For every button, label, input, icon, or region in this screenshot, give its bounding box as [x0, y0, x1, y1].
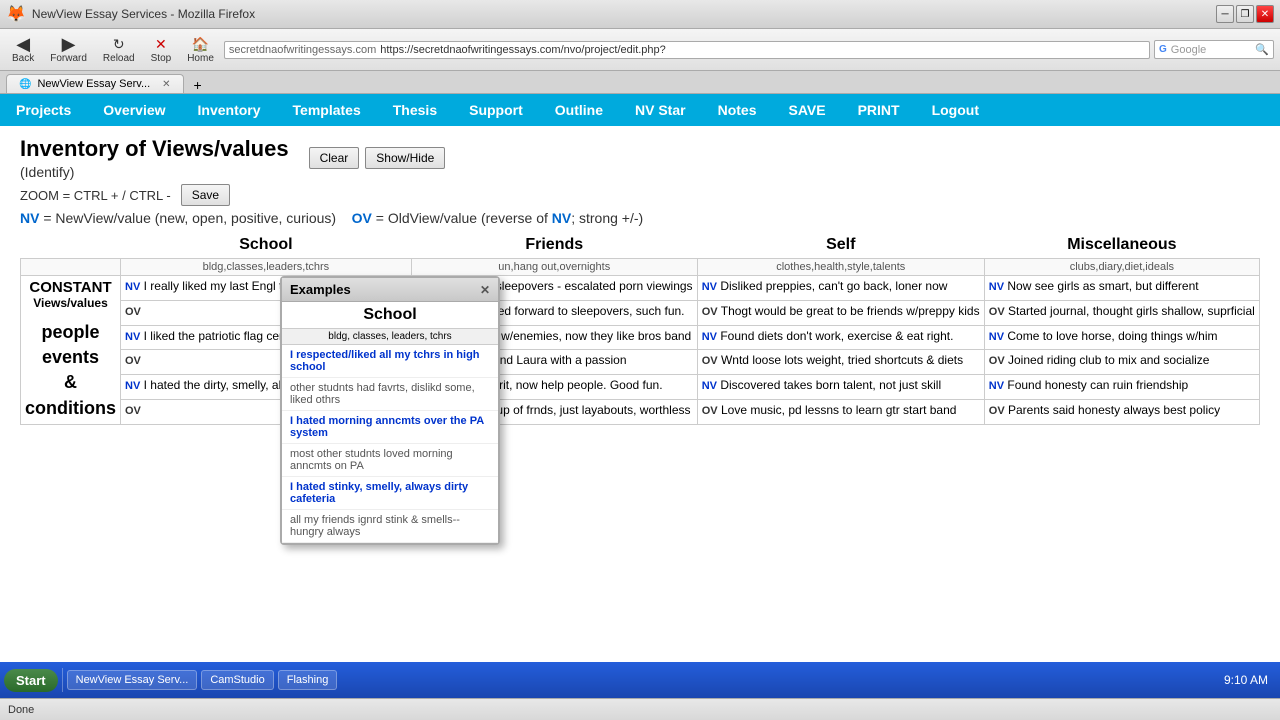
cell-ov-col3-row0: OV Started journal, thought girls shallo… — [984, 300, 1259, 325]
home-button[interactable]: 🏠 Home — [181, 34, 220, 66]
window-title: NewView Essay Services - Mozilla Firefox — [32, 7, 255, 21]
new-tab-button[interactable]: + — [188, 77, 208, 93]
nav-outline[interactable]: Outline — [539, 94, 619, 126]
nav-support[interactable]: Support — [453, 94, 539, 126]
col-header-self: Self — [697, 232, 984, 259]
sub-misc: clubs,diary,diet,ideals — [984, 259, 1259, 276]
popup-close-button[interactable]: ✕ — [480, 283, 490, 297]
header-buttons: Clear Show/Hide — [309, 147, 446, 169]
content-area: Inventory of Views/values (Identify) Cle… — [0, 126, 1280, 646]
cell-ov-col2-row2: OV Love music, pd lessns to learn gtr st… — [697, 399, 984, 424]
browser-titlebar: 🦊 NewView Essay Services - Mozilla Firef… — [0, 0, 1280, 29]
sub-school: bldg,classes,leaders,tchrs — [121, 259, 412, 276]
nav-notes[interactable]: Notes — [702, 94, 773, 126]
cell-ov-col3-row1: OV Joined riding club to mix and sociali… — [984, 350, 1259, 375]
search-icon: 🔍 — [1255, 43, 1269, 56]
popup-row-2: I hated morning anncmts over the PA syst… — [282, 411, 498, 444]
nav-inventory[interactable]: Inventory — [182, 94, 277, 126]
cell-nv-col2-row0: NV Disliked preppies, can't go back, lon… — [697, 276, 984, 301]
clear-button[interactable]: Clear — [309, 147, 360, 169]
nav-overview[interactable]: Overview — [87, 94, 181, 126]
cell-ov-col2-row1: OV Wntd loose lots weight, tried shortcu… — [697, 350, 984, 375]
tab-bar: 🌐 NewView Essay Serv... ✕ + — [0, 71, 1280, 94]
status-text: Done — [8, 704, 34, 716]
search-bar[interactable]: G Google 🔍 — [1154, 40, 1274, 59]
window-controls: ─ ❐ ✕ — [1216, 5, 1274, 23]
start-button[interactable]: Start — [4, 669, 58, 692]
cell-nv-col3-row2: NV Found honesty can ruin friendship — [984, 375, 1259, 400]
main-table: School Friends Self Miscellaneous bldg,c… — [20, 232, 1260, 425]
ov-word: OV — [352, 210, 372, 226]
cell-nv-col2-row1: NV Found diets don't work, exercise & ea… — [697, 325, 984, 350]
left-column: CONSTANTViews/valuespeopleevents&conditi… — [21, 276, 121, 425]
forward-button[interactable]: ▶ Forward — [44, 33, 93, 66]
cell-nv-col2-row2: NV Discovered takes born talent, not jus… — [697, 375, 984, 400]
nav-thesis[interactable]: Thesis — [377, 94, 453, 126]
examples-popup: Examples ✕ School bldg, classes, leaders… — [280, 276, 500, 545]
taskbar-app-2[interactable]: Flashing — [278, 670, 338, 690]
popup-row-4: I hated stinky, smelly, always dirty caf… — [282, 477, 498, 510]
back-button[interactable]: ◀ Back — [6, 33, 40, 66]
firefox-icon: 🦊 — [6, 4, 26, 24]
stop-button[interactable]: ✕ Stop — [145, 34, 178, 66]
tab-icon: 🌐 — [19, 79, 31, 90]
popup-row-3: most other studnts loved morning anncmts… — [282, 444, 498, 477]
sub-self: clothes,health,style,talents — [697, 259, 984, 276]
col-header-friends: Friends — [411, 232, 697, 259]
taskbar-app-1[interactable]: CamStudio — [201, 670, 273, 690]
address-bar[interactable]: secretdnaofwritingessays.com https://sec… — [224, 41, 1150, 59]
taskbar-app-0[interactable]: NewView Essay Serv... — [67, 670, 198, 690]
page-title: Inventory of Views/values — [20, 136, 289, 162]
cell-ov-col2-row0: OV Thogt would be great to be friends w/… — [697, 300, 984, 325]
col-header-misc: Miscellaneous — [984, 232, 1259, 259]
status-bar: Done — [0, 698, 1280, 720]
sub-friends: un,hang out,overnights — [411, 259, 697, 276]
reload-button[interactable]: ↻ Reload — [97, 34, 141, 66]
popup-row-0: I respected/liked all my tchrs in high s… — [282, 345, 498, 378]
tab-close-icon[interactable]: ✕ — [162, 79, 170, 90]
nav-save[interactable]: SAVE — [772, 94, 841, 126]
sub-left — [21, 259, 121, 276]
popup-row-1: other studnts had favrts, dislikd some, … — [282, 378, 498, 411]
showhide-button[interactable]: Show/Hide — [365, 147, 445, 169]
restore-button[interactable]: ❐ — [1236, 5, 1254, 23]
popup-sub-header: bldg, classes, leaders, tchrs — [282, 329, 498, 345]
tab-newview[interactable]: 🌐 NewView Essay Serv... ✕ — [6, 74, 184, 93]
nv-definition: NV = NewView/value (new, open, positive,… — [20, 210, 1260, 226]
taskbar: Start NewView Essay Serv... CamStudio Fl… — [0, 662, 1280, 698]
nv-word: NV — [20, 210, 39, 226]
popup-header: Examples ✕ — [282, 278, 498, 302]
cell-ov-col3-row2: OV Parents said honesty always best poli… — [984, 399, 1259, 424]
nav-templates[interactable]: Templates — [277, 94, 377, 126]
close-button[interactable]: ✕ — [1256, 5, 1274, 23]
popup-rows: I respected/liked all my tchrs in high s… — [282, 345, 498, 543]
address-domain: secretdnaofwritingessays.com — [229, 44, 376, 56]
google-icon: G — [1159, 44, 1167, 55]
minimize-button[interactable]: ─ — [1216, 5, 1234, 23]
save-button[interactable]: Save — [181, 184, 230, 206]
nav-logout[interactable]: Logout — [916, 94, 995, 126]
popup-col-header: School — [282, 302, 498, 329]
page-subtitle: (Identify) — [20, 164, 289, 180]
popup-title: Examples — [290, 282, 351, 297]
nav-nv-star[interactable]: NV Star — [619, 94, 702, 126]
taskbar-time: 9:10 AM — [1216, 669, 1276, 691]
popup-row-5: all my friends ignrd stink & smells--hun… — [282, 510, 498, 543]
cell-nv-col3-row1: NV Come to love horse, doing things w/hi… — [984, 325, 1259, 350]
address-url: https://secretdnaofwritingessays.com/nvo… — [380, 44, 666, 56]
cell-nv-col3-row0: NV Now see girls as smart, but different — [984, 276, 1259, 301]
zoom-info: ZOOM = CTRL + / CTRL - — [20, 188, 171, 203]
col-header-school: School — [121, 232, 412, 259]
nav-print[interactable]: PRINT — [842, 94, 916, 126]
tab-label: NewView Essay Serv... — [37, 78, 150, 90]
col-header-left — [21, 232, 121, 259]
nav-projects[interactable]: Projects — [0, 94, 87, 126]
nav-menu: Projects Overview Inventory Templates Th… — [0, 94, 1280, 126]
browser-toolbar: ◀ Back ▶ Forward ↻ Reload ✕ Stop 🏠 Home … — [0, 29, 1280, 71]
